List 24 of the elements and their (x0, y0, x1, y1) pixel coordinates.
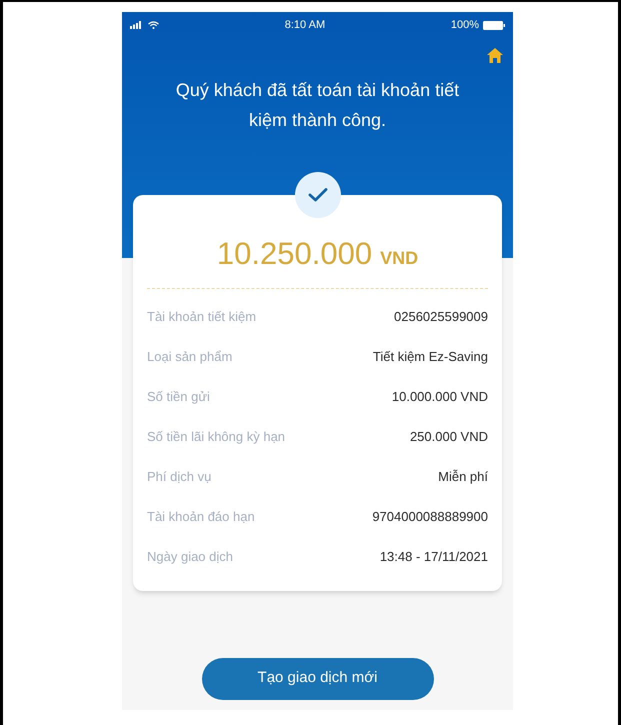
detail-value: 9704000088889900 (372, 508, 488, 526)
status-time: 8:10 AM (284, 18, 326, 33)
detail-label: Tài khoản đáo hạn (147, 508, 255, 526)
detail-label: Loại sản phẩm (147, 348, 232, 366)
amount-value: 10.250.000 (216, 235, 372, 273)
amount-currency: VND (380, 247, 418, 270)
detail-value: 0256025599009 (394, 308, 488, 326)
battery-icon (483, 20, 505, 30)
success-message: Quý khách đã tất toán tài khoản tiết kiệm thành công. (174, 79, 460, 132)
detail-label: Số tiền lãi không kỳ hạn (147, 428, 286, 446)
detail-value: 10.000.000 VND (392, 388, 488, 406)
battery-percent: 100% (450, 18, 479, 33)
detail-value: Miễn phí (438, 468, 488, 486)
detail-value: 13:48 - 17/11/2021 (380, 548, 488, 566)
signal-icon (130, 21, 144, 29)
wifi-icon (148, 21, 159, 29)
detail-label: Phí dịch vụ (147, 468, 212, 486)
new-transaction-button[interactable]: Tạo giao dịch mới (202, 658, 434, 700)
detail-value: Tiết kiệm Ez-Saving (372, 348, 488, 366)
detail-label: Số tiền gửi (147, 388, 210, 406)
detail-label: Tài khoản tiết kiệm (147, 308, 256, 326)
detail-label: Ngày giao dịch (147, 548, 233, 566)
home-icon[interactable] (487, 48, 503, 63)
detail-value: 250.000 VND (410, 428, 488, 446)
